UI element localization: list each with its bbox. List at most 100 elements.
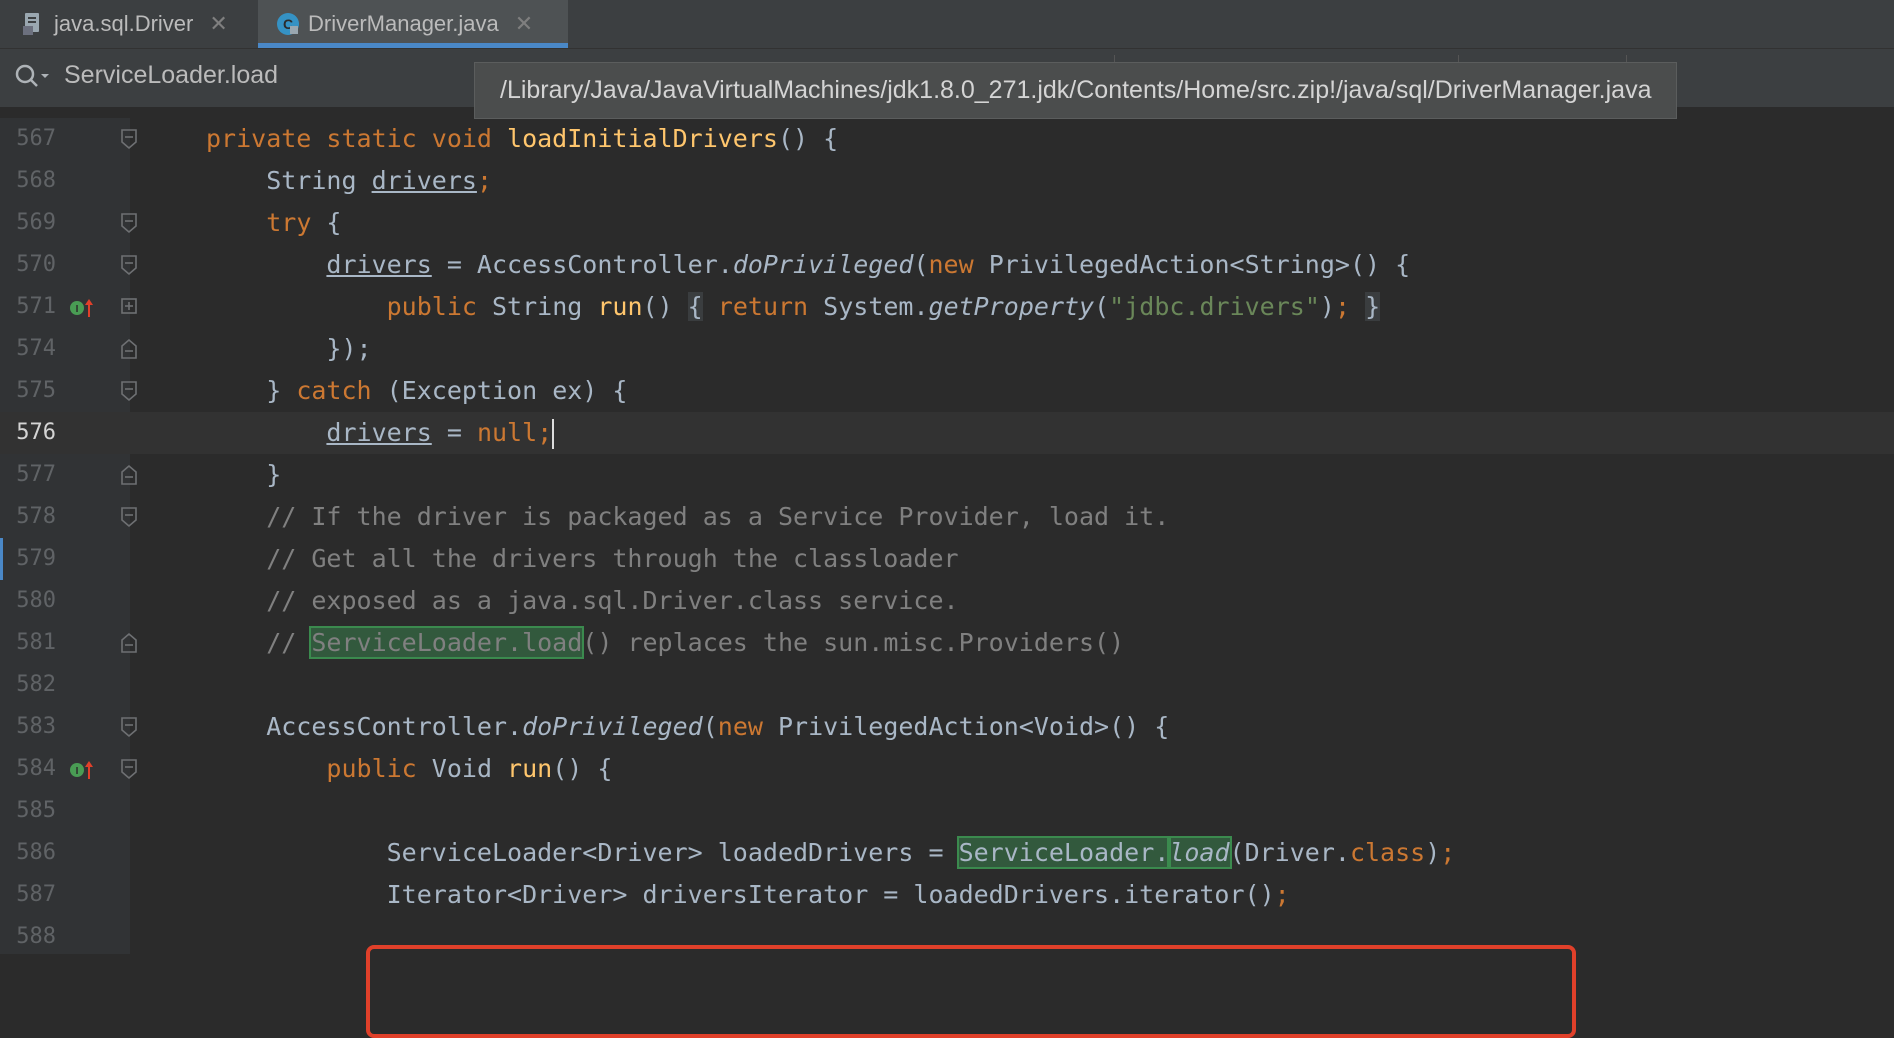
fold-collapse-icon[interactable]	[120, 338, 138, 360]
code-token: run	[597, 292, 643, 321]
code-token: (	[702, 712, 718, 741]
code-token: =	[431, 418, 477, 447]
code-token: //	[206, 628, 312, 657]
line-number: 584	[16, 756, 56, 781]
code-text: // exposed as a java.sql.Driver.class se…	[206, 580, 958, 622]
line-number: 578	[16, 504, 56, 529]
code-token: {	[311, 208, 342, 237]
code-token: )	[1425, 838, 1441, 867]
code-token: load	[1167, 836, 1232, 869]
tab-label: DriverManager.java	[308, 11, 499, 36]
line-number: 577	[16, 462, 56, 487]
code-line[interactable]: 568 String drivers;	[0, 160, 1894, 202]
code-token: drivers	[326, 250, 432, 279]
code-text: } catch (Exception ex) {	[206, 370, 627, 412]
code-token: String	[476, 292, 598, 321]
code-token: new	[928, 250, 974, 279]
code-token: return	[717, 292, 809, 321]
code-line[interactable]: 577 }	[0, 454, 1894, 496]
close-icon[interactable]: ✕	[209, 11, 227, 37]
code-line[interactable]: 574 });	[0, 328, 1894, 370]
line-number: 570	[16, 252, 56, 277]
code-text: ServiceLoader<Driver> loadedDrivers = Se…	[206, 832, 1455, 874]
code-line[interactable]: 586 ServiceLoader<Driver> loadedDrivers …	[0, 832, 1894, 874]
code-editor[interactable]: 567 private static void loadInitialDriver…	[0, 118, 1894, 1038]
fold-collapse-icon[interactable]	[120, 632, 138, 654]
code-token: (Driver.	[1229, 838, 1350, 867]
code-line[interactable]: 585	[0, 790, 1894, 832]
code-text: // Get all the drivers through the class…	[206, 538, 958, 580]
fold-collapse-icon[interactable]	[120, 506, 138, 528]
implements-method-icon[interactable]: I	[68, 759, 96, 781]
code-line[interactable]: 579 // Get all the drivers through the c…	[0, 538, 1894, 580]
fold-collapse-icon[interactable]	[120, 758, 138, 780]
code-token: (	[1094, 292, 1110, 321]
svg-text:I: I	[76, 304, 79, 315]
line-number: 585	[16, 798, 56, 823]
code-token: private static void	[206, 124, 508, 153]
code-line[interactable]: 581 // ServiceLoader.load() replaces the…	[0, 622, 1894, 664]
implements-method-icon[interactable]: I	[68, 297, 96, 319]
code-line[interactable]: 575 } catch (Exception ex) {	[0, 370, 1894, 412]
fold-collapse-icon[interactable]	[120, 716, 138, 738]
fold-collapse-icon[interactable]	[120, 212, 138, 234]
code-token: String	[206, 166, 372, 195]
fold-collapse-icon[interactable]	[120, 380, 138, 402]
code-token: PrivilegedAction<Void>() {	[762, 712, 1170, 741]
file-path-tooltip: /Library/Java/JavaVirtualMachines/jdk1.8…	[474, 62, 1678, 119]
svg-text:I: I	[76, 766, 79, 777]
code-token: run	[507, 754, 553, 783]
highlight-box	[366, 945, 1576, 1038]
code-line[interactable]: 576 drivers = null;	[0, 412, 1894, 454]
code-token: (	[913, 250, 929, 279]
fold-collapse-icon[interactable]	[120, 128, 138, 150]
code-line[interactable]: 582	[0, 664, 1894, 706]
code-token: // If the driver is packaged as a Servic…	[206, 502, 1170, 531]
code-token: public	[386, 292, 477, 321]
code-text: drivers = AccessController.doPrivileged(…	[206, 244, 1410, 286]
fold-collapse-icon[interactable]	[120, 464, 138, 486]
code-line[interactable]: 583 AccessController.doPrivileged(new Pr…	[0, 706, 1894, 748]
line-number: 582	[16, 672, 56, 697]
code-line[interactable]: 569 try {	[0, 202, 1894, 244]
line-number: 588	[16, 924, 56, 949]
code-line[interactable]: 570 drivers = AccessController.doPrivile…	[0, 244, 1894, 286]
code-line[interactable]: 571 I public String run() { return System…	[0, 286, 1894, 328]
search-input[interactable]: ServiceLoader.load	[64, 61, 278, 90]
fold-collapse-icon[interactable]	[120, 254, 138, 276]
tab-driver-manager[interactable]: C DriverManager.java ✕	[258, 0, 568, 48]
code-line[interactable]: 567 private static void loadInitialDriver…	[0, 118, 1894, 160]
code-text: AccessController.doPrivileged(new Privil…	[206, 706, 1169, 748]
line-number: 587	[16, 882, 56, 907]
line-number: 580	[16, 588, 56, 613]
tooltip-text: /Library/Java/JavaVirtualMachines/jdk1.8…	[500, 76, 1652, 104]
code-line[interactable]: 587 Iterator<Driver> driversIterator = l…	[0, 874, 1894, 916]
close-icon[interactable]: ✕	[515, 11, 533, 37]
code-token: ()	[642, 292, 688, 321]
code-token: () {	[777, 124, 839, 153]
line-number: 583	[16, 714, 56, 739]
tab-label: java.sql.Driver	[54, 11, 194, 36]
code-line[interactable]: 578 // If the driver is packaged as a Se…	[0, 496, 1894, 538]
tab-java-sql-driver[interactable]: java.sql.Driver ✕	[22, 0, 250, 48]
line-number: 567	[16, 126, 56, 151]
code-text: });	[206, 328, 372, 370]
code-line[interactable]: 584 I public Void run() {	[0, 748, 1894, 790]
code-token: getProperty	[928, 292, 1095, 321]
code-token: ;	[1274, 880, 1290, 909]
code-token: new	[717, 712, 763, 741]
code-token: Iterator<Driver> driversIterator = loade…	[206, 880, 1275, 909]
code-token: });	[206, 334, 372, 363]
code-line[interactable]: 580 // exposed as a java.sql.Driver.clas…	[0, 580, 1894, 622]
code-token: null	[476, 418, 538, 447]
fold-expand-icon[interactable]	[120, 296, 138, 318]
editor-tab-bar: java.sql.Driver ✕ C DriverManager.java ✕	[0, 0, 1894, 49]
code-text: private static void loadInitialDrivers()…	[206, 118, 838, 160]
search-icon[interactable]	[14, 63, 50, 91]
code-token: {	[687, 292, 703, 321]
